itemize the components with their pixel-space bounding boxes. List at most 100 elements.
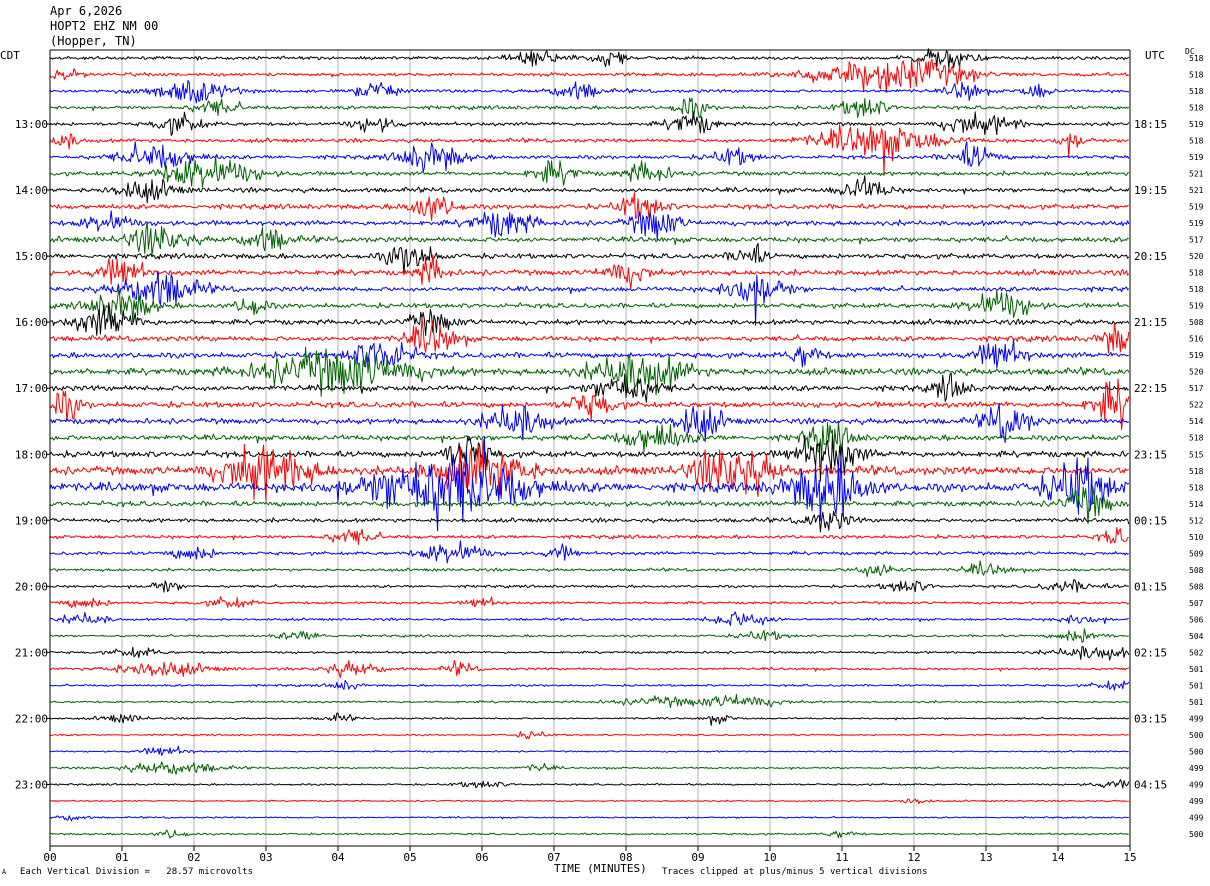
- trace-row-29: [49, 527, 1129, 545]
- dc-offset-value: 499: [1189, 797, 1204, 806]
- trace-row-39: [49, 693, 1130, 708]
- left-time-label: 17:00: [15, 382, 48, 395]
- dc-offset-value: 519: [1189, 219, 1204, 228]
- trace-row-15: [49, 289, 1130, 323]
- x-tick-label: 09: [691, 851, 704, 864]
- dc-offset-value: 519: [1189, 203, 1204, 212]
- dc-offset-value: 499: [1189, 714, 1204, 723]
- trace-row-31: [49, 560, 1130, 577]
- dc-offset-value: 518: [1189, 269, 1204, 278]
- corner-mark: A: [2, 868, 7, 876]
- dc-offset-value: 518: [1189, 71, 1204, 80]
- dc-offset-value: 512: [1189, 516, 1204, 525]
- left-time-label: 14:00: [15, 184, 48, 197]
- dc-offset-value: 500: [1189, 830, 1204, 839]
- trace-row-40: [49, 712, 1130, 726]
- dc-offset-value: 508: [1189, 582, 1204, 591]
- dc-offset-value: 514: [1189, 500, 1204, 509]
- right-time-label: 23:15: [1134, 448, 1167, 461]
- x-tick-label: 01: [115, 851, 128, 864]
- x-tick-label: 05: [403, 851, 416, 864]
- right-time-label: 18:15: [1134, 118, 1167, 131]
- dc-offset-value: 506: [1189, 615, 1204, 624]
- trace-row-18: [49, 338, 1129, 369]
- trace-row-28: [49, 510, 1130, 533]
- trace-row-20: [49, 372, 1129, 403]
- trace-row-47: [49, 829, 1129, 839]
- trace-row-45: [49, 798, 1129, 805]
- dc-offset-value: 507: [1189, 599, 1204, 608]
- left-time-label: 20:00: [15, 580, 48, 593]
- dc-offset-value: 517: [1189, 236, 1204, 245]
- trace-row-10: [49, 210, 1130, 241]
- dc-offset-value: 518: [1189, 104, 1204, 113]
- trace-row-14: [49, 270, 1130, 326]
- left-time-label: 13:00: [15, 118, 48, 131]
- x-tick-label: 14: [1051, 851, 1065, 864]
- right-time-label: 03:15: [1134, 712, 1167, 725]
- trace-row-35: [49, 628, 1130, 643]
- dc-offset-value: 504: [1189, 632, 1204, 641]
- right-time-label: 02:15: [1134, 646, 1167, 659]
- dc-offset-value: 517: [1189, 384, 1204, 393]
- dc-offset-value: 519: [1189, 153, 1204, 162]
- dc-offset-value: 518: [1189, 483, 1204, 492]
- left-time-label: 16:00: [15, 316, 48, 329]
- x-tick-label: 04: [331, 851, 345, 864]
- dc-offset-value: 508: [1189, 566, 1204, 575]
- trace-row-8: [49, 175, 1130, 204]
- dc-offset-value: 521: [1189, 170, 1204, 179]
- dc-offset-value: 519: [1189, 120, 1204, 129]
- trace-row-9: [49, 192, 1129, 221]
- time-labels: 00 01 02 03 04 05 06 07 08 09 10 11 12 13 14 1513:0014:…: [15, 54, 1204, 864]
- left-time-label: 21:00: [15, 646, 48, 659]
- dc-offset-value: 509: [1189, 549, 1204, 558]
- dc-offset-value: 519: [1189, 351, 1204, 360]
- dc-offset-value: 516: [1189, 335, 1204, 344]
- trace-row-13: [49, 254, 1130, 289]
- dc-offset-value: 515: [1189, 450, 1204, 459]
- left-time-label: 18:00: [15, 448, 48, 461]
- scale-note: Each Vertical Division = 28.57 microvolt…: [20, 867, 253, 877]
- trace-row-34: [49, 611, 1129, 626]
- seismic-traces: [49, 48, 1130, 839]
- trace-row-4: [49, 111, 1130, 136]
- dc-offset-value: 520: [1189, 368, 1204, 377]
- dc-offset-value: 502: [1189, 648, 1204, 657]
- dc-offset-value: 519: [1189, 302, 1204, 311]
- trace-row-43: [49, 761, 1130, 775]
- right-time-label: 20:15: [1134, 250, 1167, 263]
- x-tick-label: 00: [43, 851, 56, 864]
- trace-row-25: [49, 439, 1129, 503]
- right-time-label: 19:15: [1134, 184, 1167, 197]
- dc-offset-value: 499: [1189, 764, 1204, 773]
- right-time-label: 21:15: [1134, 316, 1167, 329]
- clip-note: Traces clipped at plus/minus 5 vertical …: [662, 867, 928, 877]
- trace-row-27: [49, 486, 1130, 525]
- right-time-label: 00:15: [1134, 514, 1167, 527]
- left-time-label: 22:00: [15, 712, 48, 725]
- left-time-label: 19:00: [15, 514, 48, 527]
- dc-offset-value: 520: [1189, 252, 1204, 261]
- dc-offset-value: 499: [1189, 813, 1204, 822]
- dc-offset-value: 501: [1189, 681, 1204, 690]
- right-time-label: 01:15: [1134, 580, 1167, 593]
- trace-row-37: [49, 660, 1130, 678]
- trace-row-38: [49, 679, 1130, 691]
- x-tick-label: 11: [835, 851, 848, 864]
- dc-offset-value: 508: [1189, 318, 1204, 327]
- trace-row-7: [49, 155, 1130, 188]
- x-tick-label: 02: [187, 851, 200, 864]
- trace-row-36: [49, 646, 1130, 661]
- dc-offset-value: 522: [1189, 401, 1204, 410]
- trace-row-2: [49, 80, 1130, 104]
- plot-frame: [46, 49, 1131, 851]
- dc-offset-value: 518: [1189, 285, 1204, 294]
- dc-offset-value: 501: [1189, 665, 1204, 674]
- dc-offset-value: 521: [1189, 186, 1204, 195]
- trace-row-3: [49, 97, 1130, 120]
- dc-offset-value: 501: [1189, 698, 1204, 707]
- dc-offset-value: 500: [1189, 731, 1204, 740]
- trace-row-6: [49, 141, 1130, 173]
- dc-offset-value: 518: [1189, 137, 1204, 146]
